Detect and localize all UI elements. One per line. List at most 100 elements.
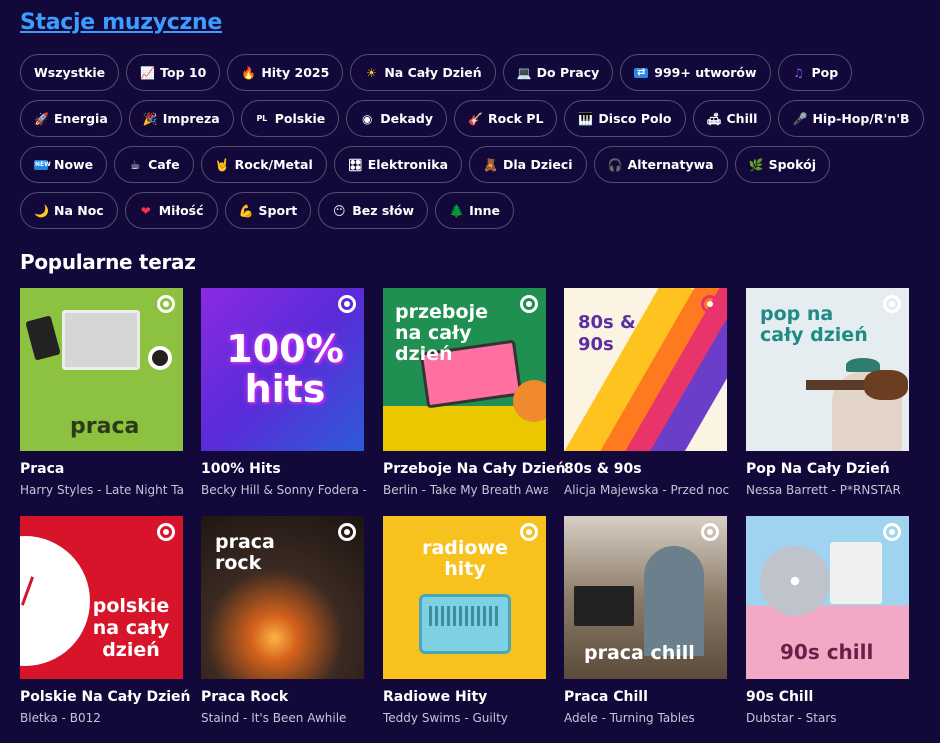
chip-hity-2025[interactable]: 🔥 Hity 2025 [227, 54, 344, 91]
chip-do-pracy[interactable]: 💻 Do Pracy [502, 54, 614, 91]
chip-spokoj[interactable]: 🌿 Spokój [734, 146, 830, 183]
station-title: Przeboje Na Cały Dzień [383, 461, 566, 477]
chip-elektronika[interactable]: 🎛 Elektronika [333, 146, 463, 183]
chip-impreza[interactable]: 🎉 Impreza [128, 100, 234, 137]
party-popper-icon: 🎉 [142, 111, 158, 126]
station-card-90s-chill[interactable]: 90s chill 90s Chill Dubstar - Stars [746, 516, 909, 725]
station-now-playing: Berlin - Take My Breath Away [383, 483, 548, 497]
station-card-pop[interactable]: pop na cały dzień Pop Na Cały Dzień Ness… [746, 288, 909, 497]
chip-na-caly-dzien[interactable]: ☀ Na Cały Dzień [350, 54, 496, 91]
person-illustration [644, 546, 704, 656]
chip-rock-pl[interactable]: 🎸 Rock PL [454, 100, 558, 137]
station-title: Radiowe Hity [383, 689, 488, 705]
chip-hip-hop-rnb[interactable]: 🎤 Hip-Hop/R'n'B [778, 100, 924, 137]
chip-label: 999+ utworów [654, 65, 757, 80]
chip-polskie[interactable]: PL Polskie [240, 100, 340, 137]
station-cover: radiowe hity [383, 516, 546, 679]
station-card-praca-rock[interactable]: praca rock Praca Rock Staind - It's Been… [201, 516, 364, 725]
new-badge-icon: NEW [34, 159, 51, 170]
chip-top-10[interactable]: 📈 Top 10 [126, 54, 221, 91]
ukulele-body [864, 370, 908, 400]
chip-label: Disco Polo [598, 111, 672, 126]
herb-icon: 🌿 [748, 157, 764, 172]
chip-label: Impreza [162, 111, 220, 126]
cover-text: 100% hits [226, 327, 344, 411]
chip-label: Na Noc [54, 203, 104, 218]
music-notes-icon: ♫ [793, 65, 804, 80]
chip-rock-metal[interactable]: 🤘 Rock/Metal [200, 146, 327, 183]
phone-illustration [25, 315, 61, 361]
station-card-praca-chill[interactable]: praca chill Praca Chill Adele - Turning … [564, 516, 727, 725]
teddy-bear-icon: 🧸 [483, 157, 498, 172]
station-card-praca[interactable]: praca Praca Harry Styles - Late Night Ta… [20, 288, 185, 497]
chip-dekady[interactable]: ◉ Dekady [346, 100, 447, 137]
sun-icon: ☀ [365, 65, 377, 80]
chip-label: Nowe [54, 157, 94, 172]
cover-text: 80s & 90s [578, 312, 636, 355]
chip-na-noc[interactable]: 🌙 Na Noc [20, 192, 118, 229]
page-title[interactable]: Stacje muzyczne [20, 10, 222, 35]
rocket-icon: 🚀 [34, 111, 49, 126]
headphones-icon: 🎧 [607, 157, 623, 172]
station-cover: przeboje na cały dzień [383, 288, 546, 451]
chip-pop[interactable]: ♫ Pop [777, 54, 853, 91]
station-card-100-hits[interactable]: 100% hits 100% Hits Becky Hill & Sonny F… [201, 288, 366, 497]
radio-speaker-grill [429, 606, 501, 626]
station-card-radiowe-hity[interactable]: radiowe hity Radiowe Hity Teddy Swims - … [383, 516, 546, 725]
genre-filter-chips: Wszystkie 📈 Top 10 🔥 Hity 2025 ☀ Na Cały Dz… [20, 54, 925, 229]
cd-illustration [760, 546, 830, 616]
radio-station-icon [520, 523, 538, 541]
chip-label: Spokój [768, 157, 816, 172]
station-title: Praca [20, 461, 65, 477]
no-mouth-face-icon: 😶 [332, 203, 346, 218]
radio-station-icon [338, 523, 356, 541]
chip-alternatywa[interactable]: 🎧 Alternatywa [593, 146, 728, 183]
moon-icon: 🌙 [34, 203, 49, 218]
tree-icon: 🌲 [449, 203, 465, 218]
chip-nowe[interactable]: NEW Nowe [20, 146, 108, 183]
station-title: 100% Hits [201, 461, 281, 477]
couch-icon: 🛋 [706, 111, 722, 126]
chip-label: Dla Dzieci [503, 157, 573, 172]
chip-sport[interactable]: 💪 Sport [224, 192, 312, 229]
chip-label: Cafe [148, 157, 180, 172]
station-cover: praca chill [564, 516, 727, 679]
radio-station-icon [883, 295, 901, 313]
station-card-80s-90s[interactable]: 80s & 90s 80s & 90s Alicja Majewska - Pr… [564, 288, 729, 497]
station-title: 90s Chill [746, 689, 814, 705]
chip-disco-polo[interactable]: 🎹 Disco Polo [564, 100, 686, 137]
vinyl-disc-icon: ◉ [362, 111, 373, 126]
chip-dla-dzieci[interactable]: 🧸 Dla Dzieci [469, 146, 587, 183]
station-cover: polskie na cały dzień [20, 516, 183, 679]
coffee-cup-illustration [148, 346, 172, 370]
chip-wszystkie[interactable]: Wszystkie [20, 54, 120, 91]
station-title: Pop Na Cały Dzień [746, 461, 890, 477]
cover-text: polskie na cały dzień [92, 595, 170, 661]
radio-station-icon [338, 295, 356, 313]
chip-bez-slow[interactable]: 😶 Bez słów [318, 192, 429, 229]
station-card-przeboje[interactable]: przeboje na cały dzień Przeboje Na Cały … [383, 288, 566, 497]
chip-label: Elektronika [367, 157, 449, 172]
chip-milosc[interactable]: ❤ Miłość [124, 192, 218, 229]
radio-station-icon [157, 295, 175, 313]
radio-station-icon [157, 523, 175, 541]
laptop-illustration [62, 310, 140, 370]
floppy-disk-illustration [830, 542, 882, 604]
station-now-playing: Alicja Majewska - Przed nocą [564, 483, 729, 497]
chip-label: Hip-Hop/R'n'B [812, 111, 910, 126]
station-cover: 100% hits [201, 288, 364, 451]
radio-station-icon [701, 295, 719, 313]
shuffle-icon: ⇄ [634, 67, 649, 78]
station-card-polskie[interactable]: polskie na cały dzień Polskie Na Cały Dz… [20, 516, 190, 725]
guitar-icon: 🎸 [468, 111, 483, 126]
station-now-playing: Teddy Swims - Guilty [383, 711, 508, 725]
chart-up-icon: 📈 [140, 65, 156, 80]
chip-inne[interactable]: 🌲 Inne [435, 192, 515, 229]
chip-label: Wszystkie [34, 65, 106, 80]
station-now-playing: Staind - It's Been Awhile [201, 711, 347, 725]
chip-999-utworow[interactable]: ⇄ 999+ utworów [620, 54, 771, 91]
chip-cafe[interactable]: ☕ Cafe [114, 146, 194, 183]
chip-label: Inne [469, 203, 501, 218]
chip-energia[interactable]: 🚀 Energia [20, 100, 122, 137]
chip-chill[interactable]: 🛋 Chill [692, 100, 772, 137]
